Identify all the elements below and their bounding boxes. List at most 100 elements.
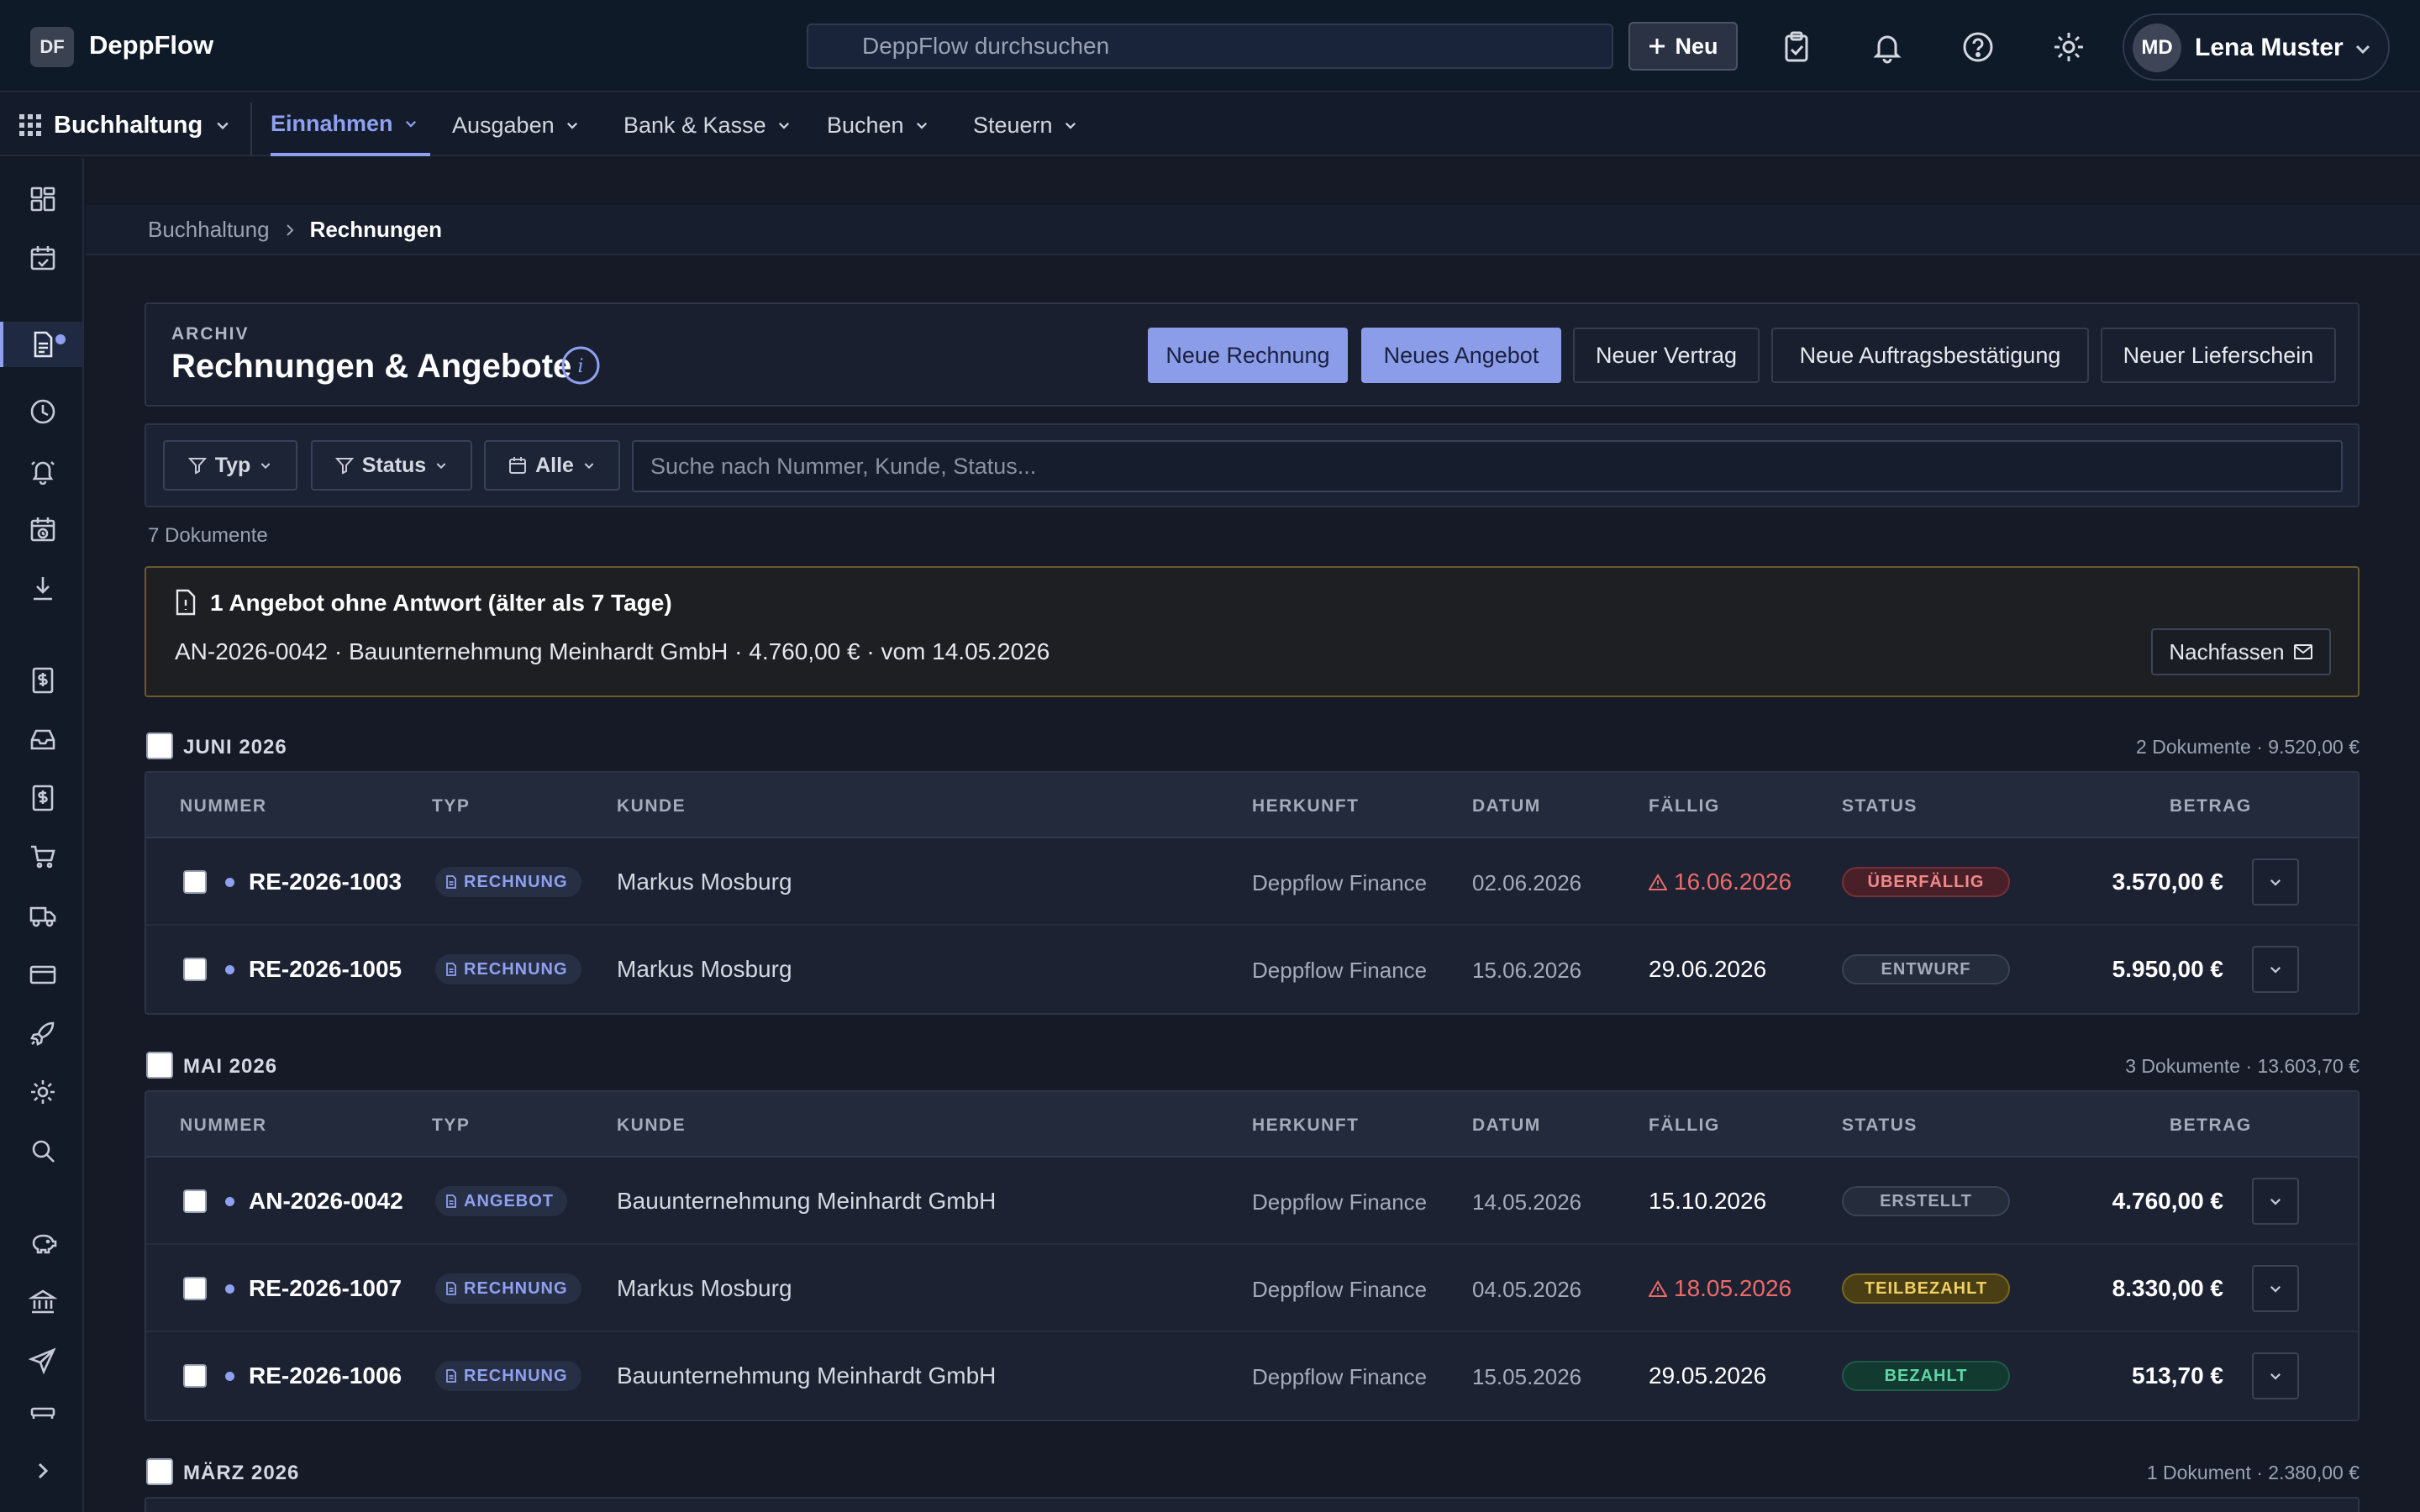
user-menu[interactable]: MD Lena Muster: [2123, 13, 2390, 81]
group-label: MÄRZ 2026: [183, 1462, 300, 1484]
document-number[interactable]: RE-2026-1005: [249, 956, 402, 983]
row-checkbox[interactable]: [183, 870, 207, 894]
dollar-document-icon[interactable]: [29, 784, 57, 812]
column-header-betrag[interactable]: BETRAG: [2170, 1116, 2252, 1136]
column-header-status[interactable]: STATUS: [1842, 1116, 1918, 1136]
row-actions-button[interactable]: [2252, 1178, 2299, 1225]
row-actions-button[interactable]: [2252, 1352, 2299, 1399]
column-header-kunde[interactable]: KUNDE: [617, 1116, 686, 1136]
tab-buchen[interactable]: Buchen: [827, 94, 929, 156]
table-row[interactable]: RE-2026-1005 RECHNUNG Markus Mosburg Dep…: [146, 926, 2358, 1013]
document-number[interactable]: RE-2026-1003: [249, 869, 402, 895]
table-row[interactable]: RE-2026-1003 RECHNUNG Markus Mosburg Dep…: [146, 838, 2358, 926]
cog-icon[interactable]: [29, 1078, 57, 1106]
customer-name: Bauunternehmung Meinhardt GmbH: [617, 1188, 997, 1214]
group-label: MAI 2026: [183, 1055, 278, 1078]
row-checkbox[interactable]: [183, 1277, 207, 1300]
tab-einnahmen[interactable]: Einnahmen: [271, 94, 430, 156]
column-header-typ[interactable]: TYP: [432, 1116, 470, 1136]
unread-dot: [225, 1284, 234, 1294]
document-number[interactable]: RE-2026-1007: [249, 1275, 402, 1302]
dollar-receipt-icon[interactable]: [29, 666, 57, 695]
document-number[interactable]: AN-2026-0042: [249, 1188, 403, 1215]
column-header-status[interactable]: STATUS: [1842, 796, 1918, 816]
type-badge-label: RECHNUNG: [464, 872, 568, 891]
period-filter[interactable]: Alle: [484, 440, 620, 491]
group-select-checkbox[interactable]: [146, 1052, 173, 1079]
global-search-input[interactable]: DeppFlow durchsuchen: [807, 24, 1613, 69]
group-select-checkbox[interactable]: [146, 1458, 173, 1485]
new-delivery-note-button[interactable]: Neuer Lieferschein: [2101, 328, 2336, 383]
truck-icon[interactable]: [29, 901, 57, 930]
column-header-datum[interactable]: DATUM: [1472, 1116, 1541, 1136]
column-header-typ[interactable]: TYP: [432, 796, 470, 816]
new-contract-button[interactable]: Neuer Vertrag: [1573, 328, 1760, 383]
column-header-betrag[interactable]: BETRAG: [2170, 796, 2252, 816]
help-icon[interactable]: [1961, 30, 1995, 64]
tab-bank-kasse[interactable]: Bank & Kasse: [623, 94, 792, 156]
new-button-label: Neu: [1675, 33, 1718, 59]
clock-icon[interactable]: [29, 397, 57, 426]
table-row[interactable]: RE-2026-1006 RECHNUNG Bauunternehmung Me…: [146, 1332, 2358, 1420]
row-checkbox[interactable]: [183, 1364, 207, 1388]
row-actions-button[interactable]: [2252, 1265, 2299, 1312]
bell-icon[interactable]: [1870, 30, 1904, 64]
breadcrumb-link-buchhaltung[interactable]: Buchhaltung: [148, 217, 270, 243]
credit-card-icon[interactable]: [29, 960, 57, 989]
row-checkbox[interactable]: [183, 1189, 207, 1213]
column-header-herkunft[interactable]: HERKUNFT: [1252, 796, 1360, 816]
piggy-bank-icon[interactable]: [29, 1229, 57, 1257]
chevron-right-icon: [283, 223, 297, 237]
column-header-faellig[interactable]: FÄLLIG: [1649, 1116, 1720, 1136]
table-row[interactable]: RE-2026-1007 RECHNUNG Markus Mosburg Dep…: [146, 1245, 2358, 1332]
cart-icon[interactable]: [29, 843, 57, 871]
expand-sidebar-icon[interactable]: [29, 1457, 57, 1485]
dashboard-icon[interactable]: [29, 185, 57, 213]
inbox-icon[interactable]: [29, 725, 57, 753]
column-header-nummer[interactable]: NUMMER: [180, 1116, 267, 1136]
customer-name: Bauunternehmung Meinhardt GmbH: [617, 1362, 997, 1389]
bell-ring-icon[interactable]: [29, 456, 57, 485]
table-header: NUMMER TYP KUNDE HERKUNFT DATUM FÄLLIG S…: [146, 773, 2358, 838]
column-header-herkunft[interactable]: HERKUNFT: [1252, 1116, 1360, 1136]
info-icon[interactable]: i: [560, 344, 602, 386]
archive-icon[interactable]: [29, 1405, 57, 1419]
calendar-check-icon[interactable]: [29, 244, 57, 272]
rocket-icon[interactable]: [29, 1019, 57, 1047]
new-order-confirmation-button[interactable]: Neue Auftragsbestätigung: [1771, 328, 2089, 383]
new-button[interactable]: Neu: [1628, 22, 1738, 71]
new-offer-button[interactable]: Neues Angebot: [1361, 328, 1561, 383]
column-header-nummer[interactable]: NUMMER: [180, 796, 267, 816]
search-icon[interactable]: [29, 1137, 57, 1165]
invoice-document-icon[interactable]: [29, 330, 57, 359]
type-filter[interactable]: Typ: [163, 440, 297, 491]
origin: Deppflow Finance: [1252, 1364, 1428, 1389]
svg-text:i: i: [577, 356, 583, 377]
calendar-clock-icon[interactable]: [29, 515, 57, 543]
row-checkbox[interactable]: [183, 958, 207, 981]
column-header-faellig[interactable]: FÄLLIG: [1649, 796, 1720, 816]
bank-icon[interactable]: [29, 1288, 57, 1316]
row-actions-button[interactable]: [2252, 946, 2299, 993]
table-row[interactable]: AN-2026-0042 ANGEBOT Bauunternehmung Mei…: [146, 1158, 2358, 1245]
send-icon[interactable]: [29, 1347, 57, 1375]
new-invoice-button[interactable]: Neue Rechnung: [1148, 328, 1348, 383]
tab-steuern[interactable]: Steuern: [973, 94, 1078, 156]
document-search-input[interactable]: Suche nach Nummer, Kunde, Status...: [632, 440, 2343, 492]
row-actions-button[interactable]: [2252, 858, 2299, 906]
gear-icon[interactable]: [2052, 30, 2086, 64]
follow-up-button[interactable]: Nachfassen: [2151, 628, 2331, 675]
status-badge: BEZAHLT: [1842, 1361, 2010, 1391]
clipboard-check-icon[interactable]: [1780, 30, 1813, 64]
app-logo[interactable]: DF: [30, 27, 74, 67]
module-switcher[interactable]: Buchhaltung: [18, 94, 231, 156]
column-header-kunde[interactable]: KUNDE: [617, 796, 686, 816]
group-select-checkbox[interactable]: [146, 732, 173, 759]
status-filter[interactable]: Status: [311, 440, 472, 491]
tab-ausgaben[interactable]: Ausgaben: [452, 94, 580, 156]
due-date: 18.05.2026: [1649, 1275, 1791, 1302]
column-header-datum[interactable]: DATUM: [1472, 796, 1541, 816]
document-number[interactable]: RE-2026-1006: [249, 1362, 402, 1389]
download-icon[interactable]: [29, 574, 57, 602]
sidebar: [0, 158, 84, 1512]
